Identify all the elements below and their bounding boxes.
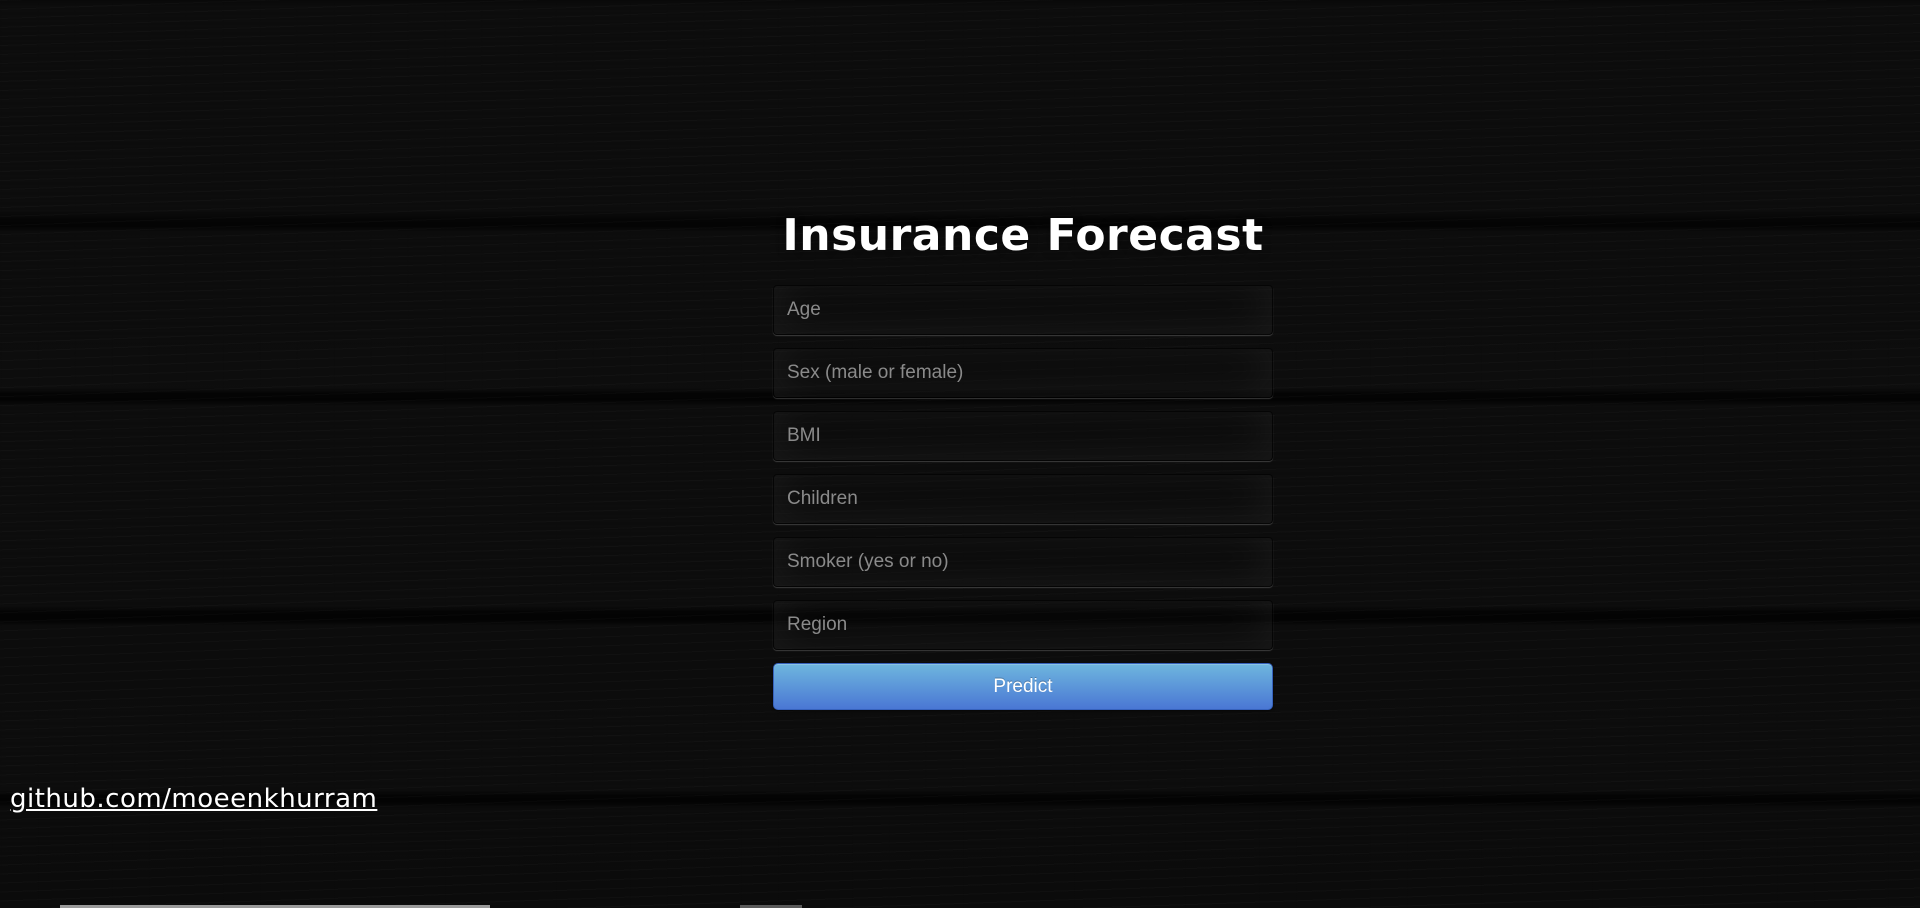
smoker-input[interactable] — [773, 537, 1273, 587]
sex-input[interactable] — [773, 348, 1273, 398]
age-input[interactable] — [773, 285, 1273, 335]
github-link[interactable]: github.com/moeenkhurram — [10, 784, 377, 814]
region-input[interactable] — [773, 600, 1273, 650]
prediction-form: Predict — [773, 285, 1273, 710]
page-title: Insurance Forecast — [782, 210, 1264, 261]
bmi-input[interactable] — [773, 411, 1273, 461]
prediction-form-container: Insurance Forecast Predict — [773, 210, 1273, 710]
children-input[interactable] — [773, 474, 1273, 524]
predict-button[interactable]: Predict — [773, 663, 1273, 710]
